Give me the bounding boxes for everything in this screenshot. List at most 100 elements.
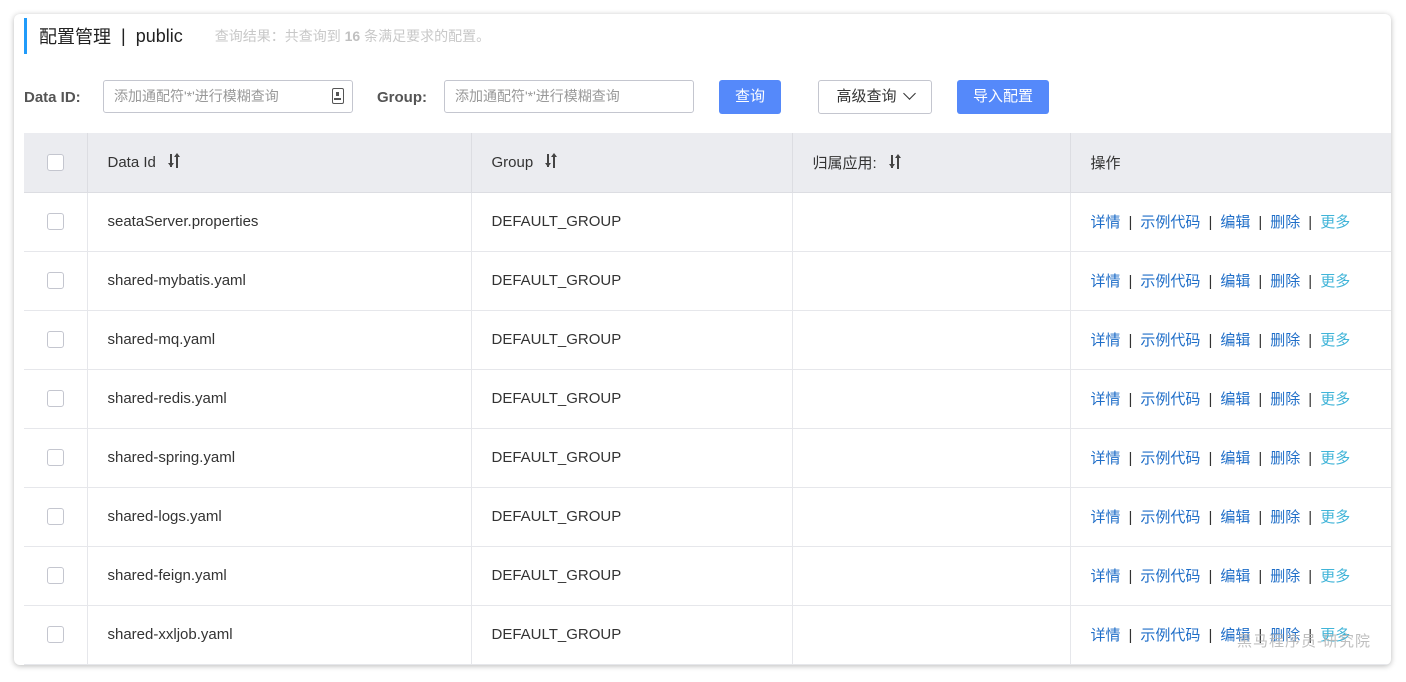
more-link[interactable]: 更多	[1320, 273, 1350, 290]
edit-link[interactable]: 编辑	[1220, 273, 1250, 290]
cell-group: DEFAULT_GROUP	[471, 310, 793, 370]
group-input[interactable]: 添加通配符'*'进行模糊查询	[444, 80, 694, 113]
autofill-icon	[332, 88, 344, 104]
row-checkbox[interactable]	[46, 272, 64, 290]
op-separator: |	[1128, 568, 1133, 585]
result-count: 16	[344, 28, 361, 44]
op-separator: |	[1258, 214, 1263, 231]
header-group-label: Group	[491, 154, 534, 172]
cell-data-id: shared-mq.yaml	[87, 310, 472, 370]
op-separator: |	[1308, 391, 1313, 408]
op-separator: |	[1208, 214, 1213, 231]
row-checkbox[interactable]	[46, 331, 64, 349]
row-select-cell	[24, 428, 88, 488]
more-link[interactable]: 更多	[1320, 509, 1350, 526]
op-separator: |	[1208, 391, 1213, 408]
detail-link[interactable]: 详情	[1091, 450, 1121, 467]
cell-group: DEFAULT_GROUP	[471, 605, 793, 665]
row-checkbox[interactable]	[46, 626, 64, 644]
detail-link[interactable]: 详情	[1091, 627, 1121, 644]
edit-link[interactable]: 编辑	[1220, 450, 1250, 467]
op-separator: |	[1258, 568, 1263, 585]
header-app[interactable]: 归属应用:	[792, 133, 1071, 193]
table-row: shared-logs.yaml DEFAULT_GROUP 详情 | 示例代码 | 编…	[24, 487, 1391, 547]
data-id-input[interactable]: 添加通配符'*'进行模糊查询	[103, 80, 353, 113]
cell-group: DEFAULT_GROUP	[471, 428, 793, 488]
op-separator: |	[1258, 391, 1263, 408]
sample-code-link[interactable]: 示例代码	[1140, 332, 1200, 349]
delete-link[interactable]: 删除	[1270, 214, 1300, 231]
delete-link[interactable]: 删除	[1270, 273, 1300, 290]
detail-link[interactable]: 详情	[1091, 332, 1121, 349]
cell-app	[792, 546, 1071, 606]
search-bar: Data ID: 添加通配符'*'进行模糊查询 Group: 添加通配符'*'进…	[24, 80, 1384, 116]
select-all-checkbox[interactable]	[46, 154, 64, 172]
delete-link[interactable]: 删除	[1270, 391, 1300, 408]
row-select-cell	[24, 251, 88, 311]
more-link[interactable]: 更多	[1320, 391, 1350, 408]
cell-ops: 详情 | 示例代码 | 编辑 | 删除 | 更多	[1070, 251, 1391, 311]
header-group[interactable]: Group	[471, 133, 793, 193]
delete-link[interactable]: 删除	[1270, 509, 1300, 526]
row-checkbox[interactable]	[46, 567, 64, 585]
cell-group: DEFAULT_GROUP	[471, 251, 793, 311]
more-link[interactable]: 更多	[1320, 568, 1350, 585]
sample-code-link[interactable]: 示例代码	[1140, 450, 1200, 467]
detail-link[interactable]: 详情	[1091, 273, 1121, 290]
sort-icon[interactable]	[545, 153, 558, 169]
op-separator: |	[1308, 450, 1313, 467]
cell-app	[792, 192, 1071, 252]
cell-app	[792, 605, 1071, 665]
detail-link[interactable]: 详情	[1091, 391, 1121, 408]
more-link[interactable]: 更多	[1320, 332, 1350, 349]
config-table: Data Id Group 归属应用: 操作 seataServer.prope…	[24, 133, 1391, 665]
header-app-label: 归属应用:	[812, 154, 877, 172]
query-button[interactable]: 查询	[719, 80, 781, 114]
row-select-cell	[24, 605, 88, 665]
sample-code-link[interactable]: 示例代码	[1140, 568, 1200, 585]
cell-group: DEFAULT_GROUP	[471, 192, 793, 252]
detail-link[interactable]: 详情	[1091, 568, 1121, 585]
detail-link[interactable]: 详情	[1091, 509, 1121, 526]
op-separator: |	[1308, 509, 1313, 526]
cell-data-id: shared-logs.yaml	[87, 487, 472, 547]
delete-link[interactable]: 删除	[1270, 332, 1300, 349]
row-checkbox[interactable]	[46, 390, 64, 408]
cell-app	[792, 369, 1071, 429]
op-separator: |	[1208, 627, 1213, 644]
edit-link[interactable]: 编辑	[1220, 214, 1250, 231]
cell-data-id: shared-spring.yaml	[87, 428, 472, 488]
delete-link[interactable]: 删除	[1270, 450, 1300, 467]
edit-link[interactable]: 编辑	[1220, 568, 1250, 585]
sort-icon[interactable]	[168, 153, 181, 169]
detail-link[interactable]: 详情	[1091, 214, 1121, 231]
edit-link[interactable]: 编辑	[1220, 332, 1250, 349]
op-separator: |	[1208, 450, 1213, 467]
sort-icon[interactable]	[888, 153, 901, 169]
sample-code-link[interactable]: 示例代码	[1140, 214, 1200, 231]
header-data-id[interactable]: Data Id	[87, 133, 472, 193]
edit-link[interactable]: 编辑	[1220, 391, 1250, 408]
group-label: Group:	[377, 89, 427, 106]
sample-code-link[interactable]: 示例代码	[1140, 627, 1200, 644]
op-separator: |	[1208, 273, 1213, 290]
sample-code-link[interactable]: 示例代码	[1140, 273, 1200, 290]
delete-link[interactable]: 删除	[1270, 568, 1300, 585]
op-separator: |	[1128, 450, 1133, 467]
edit-link[interactable]: 编辑	[1220, 509, 1250, 526]
more-link[interactable]: 更多	[1320, 214, 1350, 231]
row-checkbox[interactable]	[46, 508, 64, 526]
row-checkbox[interactable]	[46, 213, 64, 231]
sample-code-link[interactable]: 示例代码	[1140, 509, 1200, 526]
advanced-query-button[interactable]: 高级查询	[818, 80, 932, 114]
select-all-cell	[24, 133, 88, 193]
op-separator: |	[1208, 568, 1213, 585]
op-separator: |	[1208, 332, 1213, 349]
group-placeholder: 添加通配符'*'进行模糊查询	[455, 88, 620, 104]
op-separator: |	[1128, 214, 1133, 231]
data-id-placeholder: 添加通配符'*'进行模糊查询	[114, 88, 279, 104]
import-config-button[interactable]: 导入配置	[957, 80, 1049, 114]
row-checkbox[interactable]	[46, 449, 64, 467]
more-link[interactable]: 更多	[1320, 450, 1350, 467]
sample-code-link[interactable]: 示例代码	[1140, 391, 1200, 408]
